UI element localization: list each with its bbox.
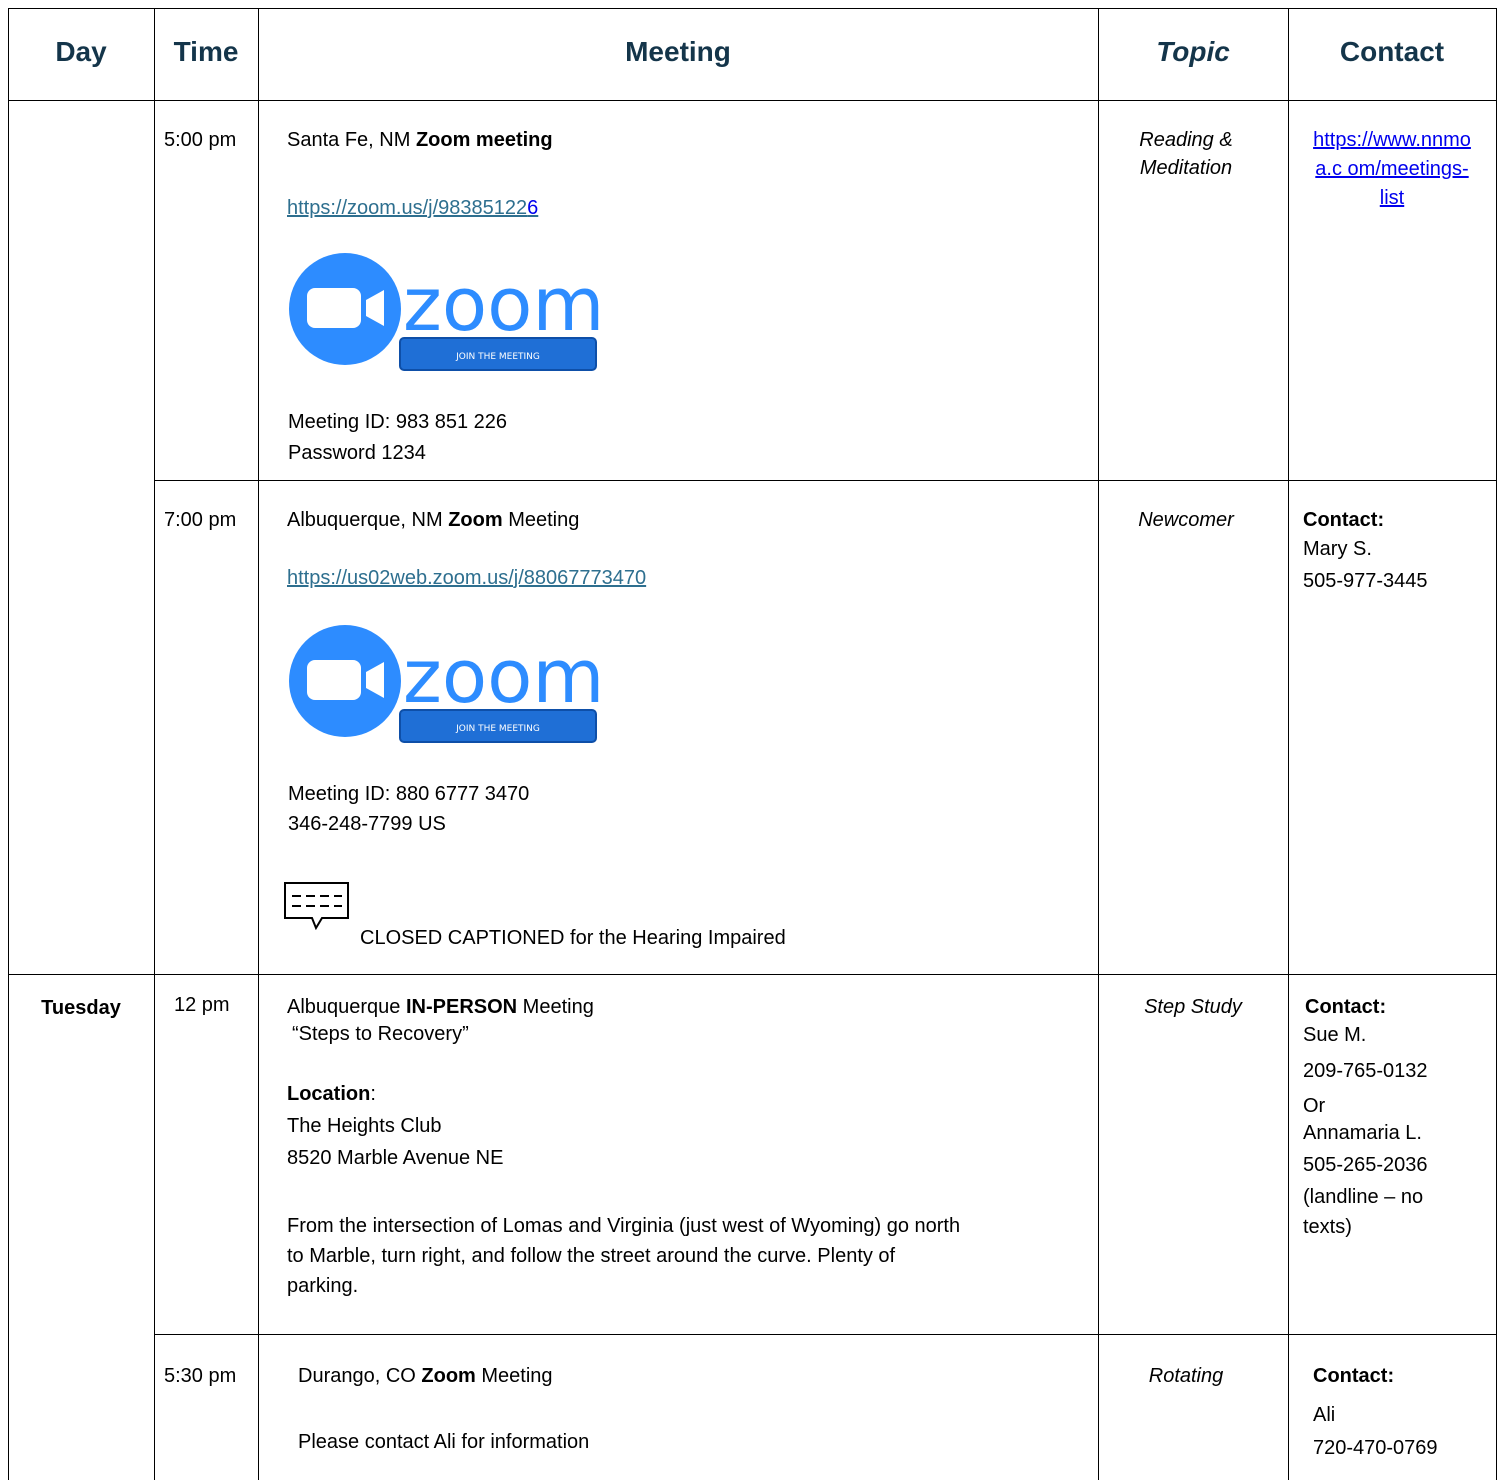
contact-note: texts)	[1303, 1216, 1352, 1238]
join-meeting-label: JOIN THE MEETING	[455, 352, 540, 362]
table-top-border	[8, 8, 1496, 9]
directions-line: From the intersection of Lomas and Virgi…	[287, 1215, 961, 1237]
contact-phone: 505-977-3445	[1303, 570, 1428, 592]
meeting-title: Santa Fe, NM Zoom meeting	[287, 129, 553, 151]
meeting-title: Albuquerque, NM Zoom Meeting	[287, 509, 580, 531]
join-meeting-label: JOIN THE MEETING	[455, 724, 540, 734]
contact-name: Mary S.	[1303, 538, 1372, 560]
zoom-meeting-link[interactable]: https://us02web.zoom.us/j/88067773470	[287, 566, 646, 590]
row-divider	[154, 480, 1496, 481]
header-bottom-border	[8, 100, 1496, 101]
header-topic: Topic	[1156, 36, 1230, 67]
zoom-logo-icon[interactable]: zoom JOIN THE MEETING	[288, 252, 608, 372]
row-time: 7:00 pm	[164, 509, 237, 531]
contact-name: Ali	[1313, 1404, 1336, 1426]
row-divider	[154, 1334, 1496, 1335]
topic: Rotating	[1148, 1365, 1224, 1387]
contact-phone: 505-265-2036	[1303, 1154, 1428, 1176]
col-border	[1288, 8, 1289, 1480]
topic: Meditation	[1139, 157, 1233, 179]
contact-label: Contact:	[1303, 509, 1385, 531]
location-label: Location:	[287, 1083, 376, 1105]
header-time: Time	[173, 36, 239, 67]
meeting-subtitle: “Steps to Recovery”	[292, 1023, 469, 1045]
zoom-meeting-link[interactable]: https://zoom.us/j/983851226	[287, 196, 538, 220]
meeting-title: Durango, CO Zoom Meeting	[298, 1365, 553, 1387]
contact-name: Sue M.	[1303, 1024, 1367, 1046]
col-border	[1098, 8, 1099, 1480]
row-time: 5:30 pm	[164, 1365, 237, 1387]
contact-link[interactable]: https://www.nnmo	[1288, 128, 1496, 152]
col-border	[8, 8, 9, 1480]
topic: Step Study	[1144, 996, 1242, 1018]
contact-or: Or	[1303, 1095, 1326, 1117]
contact-label: Contact:	[1305, 996, 1387, 1018]
meeting-id: Meeting ID: 880 6777 3470	[288, 783, 530, 805]
location-address: 8520 Marble Avenue NE	[287, 1147, 504, 1169]
row-divider	[8, 974, 1496, 975]
header-day: Day	[55, 36, 107, 67]
contact-phone: 720-470-0769	[1313, 1437, 1438, 1459]
row-day: Tuesday	[41, 997, 121, 1019]
col-border	[154, 8, 155, 1480]
directions-line: parking.	[287, 1275, 359, 1297]
meeting-phone: 346-248-7799 US	[288, 813, 446, 835]
row-time: 12 pm	[174, 994, 230, 1016]
contact-link[interactable]: a.c om/meetings-	[1288, 157, 1496, 181]
meeting-title: Albuquerque IN-PERSON Meeting	[287, 996, 594, 1018]
contact-note: (landline – no	[1303, 1186, 1424, 1208]
row-time: 5:00 pm	[164, 129, 237, 151]
directions-line: to Marble, turn right, and follow the st…	[287, 1245, 896, 1267]
header-contact: Contact	[1339, 36, 1445, 67]
header-meeting: Meeting	[625, 36, 731, 67]
zoom-wordmark: zoom	[403, 262, 604, 348]
col-border	[1496, 8, 1497, 1480]
contact-phone: 209-765-0132	[1303, 1060, 1428, 1082]
zoom-logo-icon[interactable]: zoom JOIN THE MEETING	[288, 624, 608, 744]
col-border	[258, 8, 259, 1480]
contact-link[interactable]: list	[1288, 186, 1496, 210]
meeting-info: Please contact Ali for information	[298, 1431, 590, 1453]
topic: Reading &	[1139, 129, 1233, 151]
closed-caption-note: CLOSED CAPTIONED for the Hearing Impaire…	[360, 927, 786, 949]
contact-label: Contact:	[1313, 1365, 1395, 1387]
contact-name: Annamaria L.	[1303, 1122, 1422, 1144]
topic: Newcomer	[1138, 509, 1234, 531]
closed-caption-icon	[282, 880, 352, 931]
meeting-password: Password 1234	[288, 442, 426, 464]
location-place: The Heights Club	[287, 1115, 442, 1137]
meeting-id: Meeting ID: 983 851 226	[288, 411, 508, 433]
zoom-wordmark: zoom	[403, 634, 604, 720]
